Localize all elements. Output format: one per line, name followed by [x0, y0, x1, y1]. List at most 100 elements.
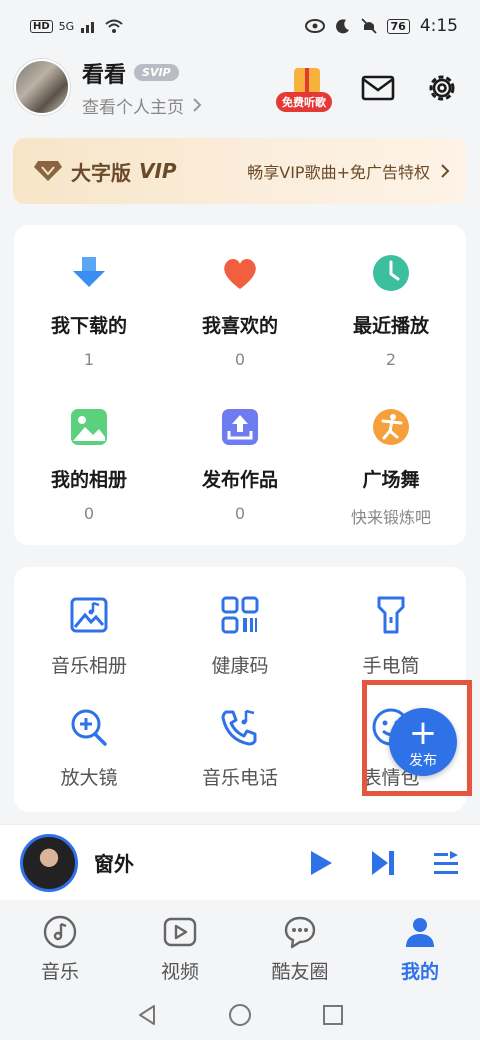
tab-video[interactable]: 视频 [120, 901, 240, 989]
player-controls [308, 849, 460, 877]
publish-button[interactable]: + 发布 [389, 708, 457, 776]
qr-code-icon [221, 596, 259, 634]
image-icon [71, 409, 107, 445]
tool-flashlight[interactable]: 手电筒 [316, 595, 466, 678]
mini-player[interactable]: 窗外 [0, 824, 480, 900]
tab-friends[interactable]: 酷友圈 [240, 901, 360, 989]
stat-favorites[interactable]: 我喜欢的 0 [165, 253, 315, 369]
tool-label: 音乐相册 [50, 655, 127, 677]
stat-label: 我喜欢的 [201, 315, 278, 337]
profile-text[interactable]: 看看 SVIP 查看个人主页 [82, 57, 202, 118]
vip-banner[interactable]: 大字版 VIP 畅享VIP歌曲+免广告特权 [13, 138, 466, 204]
song-title: 窗外 [94, 852, 134, 876]
moon-icon [335, 19, 349, 34]
user-name: 看看 [82, 62, 127, 88]
my-stats-card: 我下载的 1 我喜欢的 0 最近播放 2 我的相册 0 发布作品 0 广场舞 快… [14, 225, 466, 545]
tool-music-phone[interactable]: 音乐电话 [165, 707, 315, 790]
mute-icon [360, 18, 377, 34]
eye-icon [304, 19, 325, 33]
stat-value: 0 [83, 504, 95, 523]
stat-value: 0 [234, 504, 246, 523]
vip-description-text: 畅享VIP歌曲+免广告特权 [247, 163, 430, 182]
magnifier-icon [71, 709, 107, 746]
battery-indicator: 76 [386, 18, 410, 34]
vip-description: 畅享VIP歌曲+免广告特权 [247, 159, 450, 183]
publish-label: 发布 [409, 753, 437, 769]
stat-downloads[interactable]: 我下载的 1 [14, 253, 164, 369]
play-icon[interactable] [308, 849, 334, 877]
svip-badge: SVIP [134, 64, 179, 81]
signal-label: 5G [58, 19, 75, 33]
status-left: HD 5G [30, 18, 124, 34]
system-nav-bar [0, 989, 480, 1040]
stat-value: 2 [385, 350, 397, 369]
dance-icon [373, 409, 409, 445]
tab-label: 音乐 [40, 961, 79, 983]
mail-icon[interactable] [360, 70, 396, 106]
tab-label: 酷友圈 [271, 961, 329, 983]
status-bar: HD 5G 76 4:15 [0, 0, 480, 52]
stat-value: 0 [234, 350, 246, 369]
tool-music-album[interactable]: 音乐相册 [14, 595, 164, 678]
wifi-icon [105, 19, 123, 33]
profile-header: 看看 SVIP 查看个人主页 免费听歌 [14, 57, 466, 118]
stat-recent[interactable]: 最近播放 2 [316, 253, 466, 369]
flashlight-icon [377, 596, 405, 634]
tool-health-code[interactable]: 健康码 [165, 595, 315, 678]
tab-music[interactable]: 音乐 [0, 901, 120, 989]
chat-bubble-icon [284, 916, 316, 949]
tab-label: 视频 [160, 961, 199, 983]
stat-label: 我下载的 [50, 315, 127, 337]
tab-label: 我的 [400, 961, 439, 983]
status-right: 76 4:15 [304, 16, 458, 36]
album-art[interactable] [20, 833, 78, 892]
profile-link[interactable]: 查看个人主页 [82, 93, 202, 118]
vip-title-prefix: 大字版 [71, 160, 131, 185]
gear-icon[interactable] [424, 70, 460, 106]
plus-icon: + [408, 713, 438, 753]
tool-magnifier[interactable]: 放大镜 [14, 707, 164, 790]
music-phone-icon [221, 709, 257, 746]
chevron-right-icon [441, 164, 450, 178]
free-listen-button[interactable]: 免费听歌 [276, 68, 336, 112]
video-icon [163, 917, 197, 947]
heart-icon [224, 258, 256, 289]
stat-value: 1 [83, 350, 95, 369]
profile-link-label: 查看个人主页 [82, 97, 184, 118]
tool-label: 健康码 [211, 655, 269, 677]
avatar[interactable] [14, 59, 70, 115]
photo-album-icon [70, 597, 108, 633]
playlist-icon[interactable] [432, 849, 460, 877]
vip-title: 大字版 VIP [33, 157, 177, 186]
stat-square-dance[interactable]: 广场舞 快来锻炼吧 [316, 407, 466, 528]
home-icon[interactable] [228, 1003, 252, 1027]
tool-label: 音乐电话 [201, 767, 278, 789]
upload-icon [222, 409, 258, 445]
stat-published[interactable]: 发布作品 0 [165, 407, 315, 523]
clock-icon [373, 255, 409, 291]
bottom-tab-bar: 音乐 视频 酷友圈 我的 [0, 901, 480, 989]
stat-label: 广场舞 [362, 469, 420, 491]
stat-label: 发布作品 [201, 469, 278, 491]
stat-label: 我的相册 [50, 469, 127, 491]
gift-icon [294, 68, 320, 94]
tab-mine[interactable]: 我的 [360, 901, 480, 989]
back-icon[interactable] [136, 1004, 158, 1026]
tool-label: 手电筒 [362, 655, 420, 677]
stat-label: 最近播放 [352, 315, 429, 337]
stat-albums[interactable]: 我的相册 0 [14, 407, 164, 523]
diamond-icon [34, 161, 62, 181]
hd-indicator: HD [30, 19, 53, 33]
signal-icon [81, 22, 95, 33]
download-icon [73, 257, 105, 287]
tool-label: 放大镜 [60, 767, 118, 789]
vip-title-vip: VIP [139, 159, 177, 183]
music-note-icon [43, 915, 77, 949]
free-listen-label: 免费听歌 [276, 92, 332, 112]
stat-value: 快来锻炼吧 [350, 508, 431, 527]
recents-icon[interactable] [322, 1004, 344, 1026]
chevron-right-icon [193, 98, 202, 112]
clock-time: 4:15 [419, 16, 458, 36]
person-icon [406, 918, 434, 947]
next-track-icon[interactable] [370, 849, 396, 877]
